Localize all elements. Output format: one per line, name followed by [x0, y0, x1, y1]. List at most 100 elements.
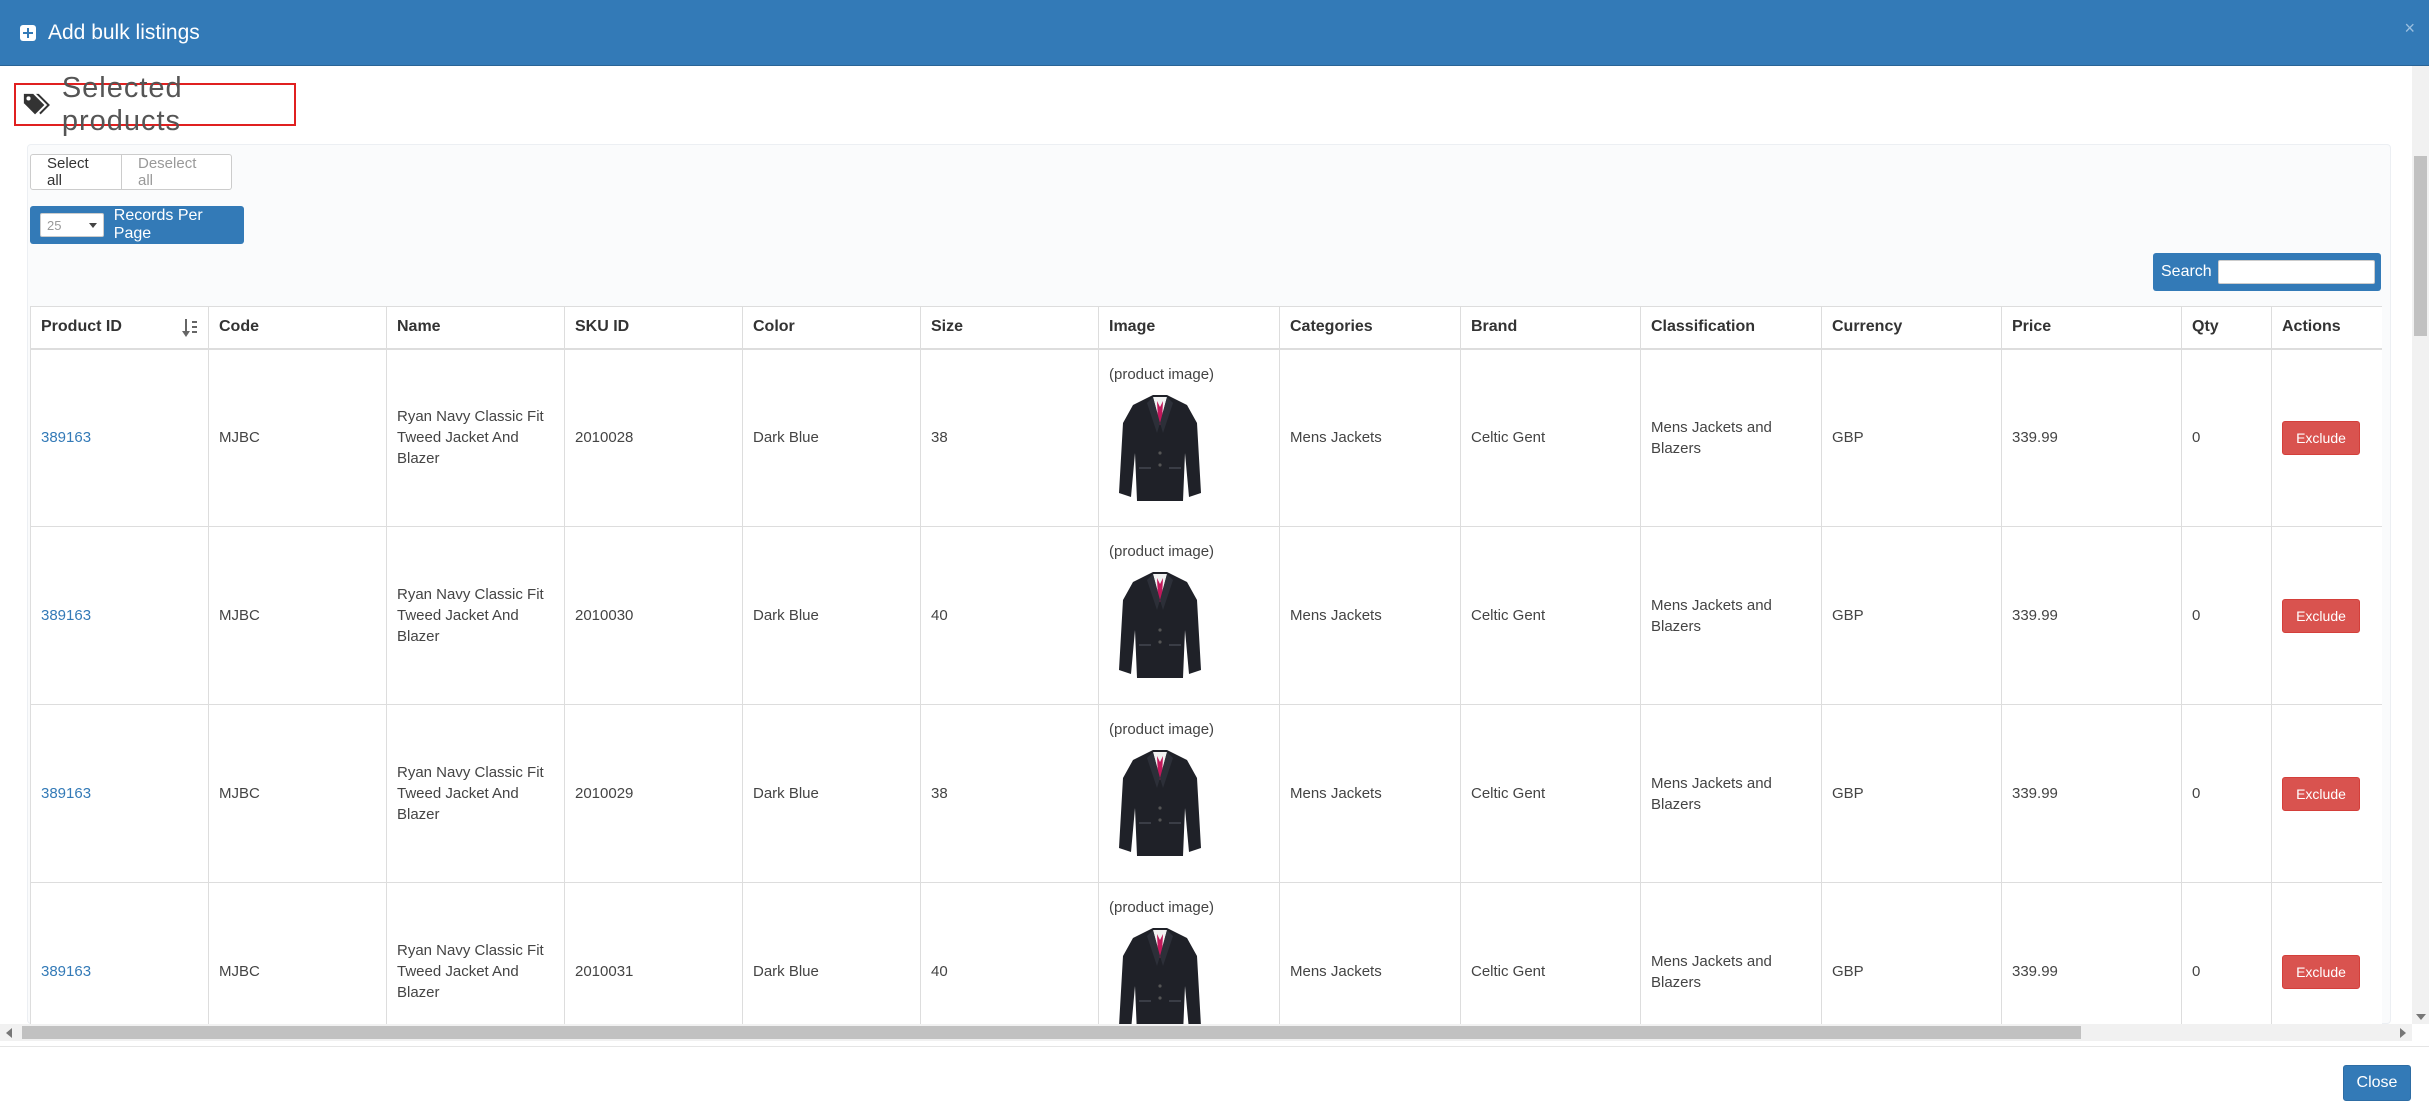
cell-categories: Mens Jackets: [1279, 526, 1461, 705]
col-header-color[interactable]: Color: [742, 306, 921, 350]
exclude-button[interactable]: Exclude: [2282, 776, 2360, 811]
cell-color: Dark Blue: [742, 348, 921, 527]
col-header-code[interactable]: Code: [208, 306, 387, 350]
cell-price: 339.99: [2001, 704, 2182, 883]
table-row: 389163 MJBC Ryan Navy Classic Fit Tweed …: [30, 704, 2382, 883]
records-per-page-control: 25 Records Per Page: [30, 206, 244, 244]
cell-name: Ryan Navy Classic Fit Tweed Jacket And B…: [386, 882, 565, 1024]
cell-name: Ryan Navy Classic Fit Tweed Jacket And B…: [386, 704, 565, 883]
table-row: 389163 MJBC Ryan Navy Classic Fit Tweed …: [30, 882, 2382, 1024]
cell-brand: Celtic Gent: [1460, 882, 1641, 1024]
product-id-link[interactable]: 389163: [41, 429, 91, 446]
product-id-link[interactable]: 389163: [41, 785, 91, 802]
modal-close-icon[interactable]: ×: [2404, 18, 2415, 39]
cell-sku-id: 2010031: [564, 882, 743, 1024]
col-header-name[interactable]: Name: [386, 306, 565, 350]
vertical-scrollbar[interactable]: [2412, 66, 2429, 1024]
cell-actions: Exclude: [2271, 526, 2382, 705]
vertical-scroll-thumb[interactable]: [2414, 156, 2427, 336]
cell-price: 339.99: [2001, 882, 2182, 1024]
cell-image: (product image): [1098, 348, 1280, 527]
col-header-currency[interactable]: Currency: [1821, 306, 2002, 350]
records-per-page-select[interactable]: 25: [40, 213, 104, 237]
cell-currency: GBP: [1821, 704, 2002, 883]
cell-image: (product image): [1098, 526, 1280, 705]
select-all-button[interactable]: Select all: [30, 154, 122, 190]
cell-classification: Mens Jackets and Blazers: [1640, 526, 1822, 705]
col-header-qty[interactable]: Qty: [2181, 306, 2272, 350]
cell-actions: Exclude: [2271, 704, 2382, 883]
cell-brand: Celtic Gent: [1460, 526, 1641, 705]
sort-ascending-icon: [182, 319, 197, 337]
products-table: Product ID Code Name SKU ID Color Size I…: [30, 306, 2382, 1024]
col-header-classification[interactable]: Classification: [1640, 306, 1822, 350]
cell-sku-id: 2010030: [564, 526, 743, 705]
deselect-all-button[interactable]: Deselect all: [122, 154, 232, 190]
scroll-right-arrow-icon[interactable]: [2400, 1028, 2406, 1038]
cell-classification: Mens Jackets and Blazers: [1640, 882, 1822, 1024]
selection-button-group: Select all Deselect all: [30, 154, 232, 190]
search-input[interactable]: [2217, 260, 2375, 284]
cell-color: Dark Blue: [742, 882, 921, 1024]
jacket-icon: [1119, 572, 1201, 678]
product-image-alt: (product image): [1109, 721, 1215, 738]
cell-categories: Mens Jackets: [1279, 882, 1461, 1024]
cell-sku-id: 2010028: [564, 348, 743, 527]
product-image-alt: (product image): [1109, 899, 1215, 916]
cell-classification: Mens Jackets and Blazers: [1640, 704, 1822, 883]
cell-size: 40: [920, 526, 1099, 705]
cell-categories: Mens Jackets: [1279, 348, 1461, 527]
scroll-down-arrow-icon[interactable]: [2416, 1014, 2426, 1020]
jacket-icon: [1119, 394, 1201, 501]
table-row: 389163 MJBC Ryan Navy Classic Fit Tweed …: [30, 526, 2382, 705]
horizontal-scroll-thumb[interactable]: [22, 1026, 2081, 1039]
exclude-button[interactable]: Exclude: [2282, 598, 2360, 633]
search-label: Search: [2161, 263, 2212, 280]
col-header-product-id[interactable]: Product ID: [30, 306, 209, 350]
cell-code: MJBC: [208, 348, 387, 527]
cell-color: Dark Blue: [742, 526, 921, 705]
cell-qty: 0: [2181, 526, 2272, 705]
caret-down-icon: [88, 222, 97, 228]
col-header-brand[interactable]: Brand: [1460, 306, 1641, 350]
product-image-alt: (product image): [1109, 365, 1215, 383]
products-table-viewport: Product ID Code Name SKU ID Color Size I…: [30, 306, 2382, 1024]
cell-code: MJBC: [208, 704, 387, 883]
col-header-price[interactable]: Price: [2001, 306, 2182, 350]
col-header-categories[interactable]: Categories: [1279, 306, 1461, 350]
cell-name: Ryan Navy Classic Fit Tweed Jacket And B…: [386, 526, 565, 705]
scroll-left-arrow-icon[interactable]: [6, 1028, 12, 1038]
col-header-actions: Actions: [2271, 306, 2382, 350]
cell-name: Ryan Navy Classic Fit Tweed Jacket And B…: [386, 348, 565, 527]
cell-categories: Mens Jackets: [1279, 704, 1461, 883]
cell-currency: GBP: [1821, 526, 2002, 705]
footer-divider: [0, 1046, 2429, 1047]
exclude-button[interactable]: Exclude: [2282, 420, 2360, 455]
section-title: Selected products: [14, 72, 296, 137]
cell-qty: 0: [2181, 704, 2272, 883]
cell-brand: Celtic Gent: [1460, 704, 1641, 883]
plus-square-icon: [20, 24, 36, 41]
exclude-button[interactable]: Exclude: [2282, 954, 2360, 989]
product-id-link[interactable]: 389163: [41, 963, 91, 980]
col-header-sku-id[interactable]: SKU ID: [564, 306, 743, 350]
cell-actions: Exclude: [2271, 882, 2382, 1024]
jacket-icon: [1119, 750, 1201, 856]
tags-icon: [23, 93, 50, 114]
col-header-size[interactable]: Size: [920, 306, 1099, 350]
close-button[interactable]: Close: [2343, 1065, 2411, 1101]
modal-header: Add bulk listings ×: [0, 0, 2429, 66]
cell-sku-id: 2010029: [564, 704, 743, 883]
horizontal-scrollbar[interactable]: [0, 1024, 2412, 1041]
cell-price: 339.99: [2001, 526, 2182, 705]
table-header-row: Product ID Code Name SKU ID Color Size I…: [30, 306, 2382, 350]
col-header-image[interactable]: Image: [1098, 306, 1280, 350]
cell-qty: 0: [2181, 882, 2272, 1024]
cell-size: 40: [920, 882, 1099, 1024]
records-per-page-value: 25: [47, 217, 62, 233]
modal-title: Add bulk listings: [48, 20, 200, 44]
cell-currency: GBP: [1821, 348, 2002, 527]
cell-code: MJBC: [208, 526, 387, 705]
product-id-link[interactable]: 389163: [41, 607, 91, 624]
cell-brand: Celtic Gent: [1460, 348, 1641, 527]
